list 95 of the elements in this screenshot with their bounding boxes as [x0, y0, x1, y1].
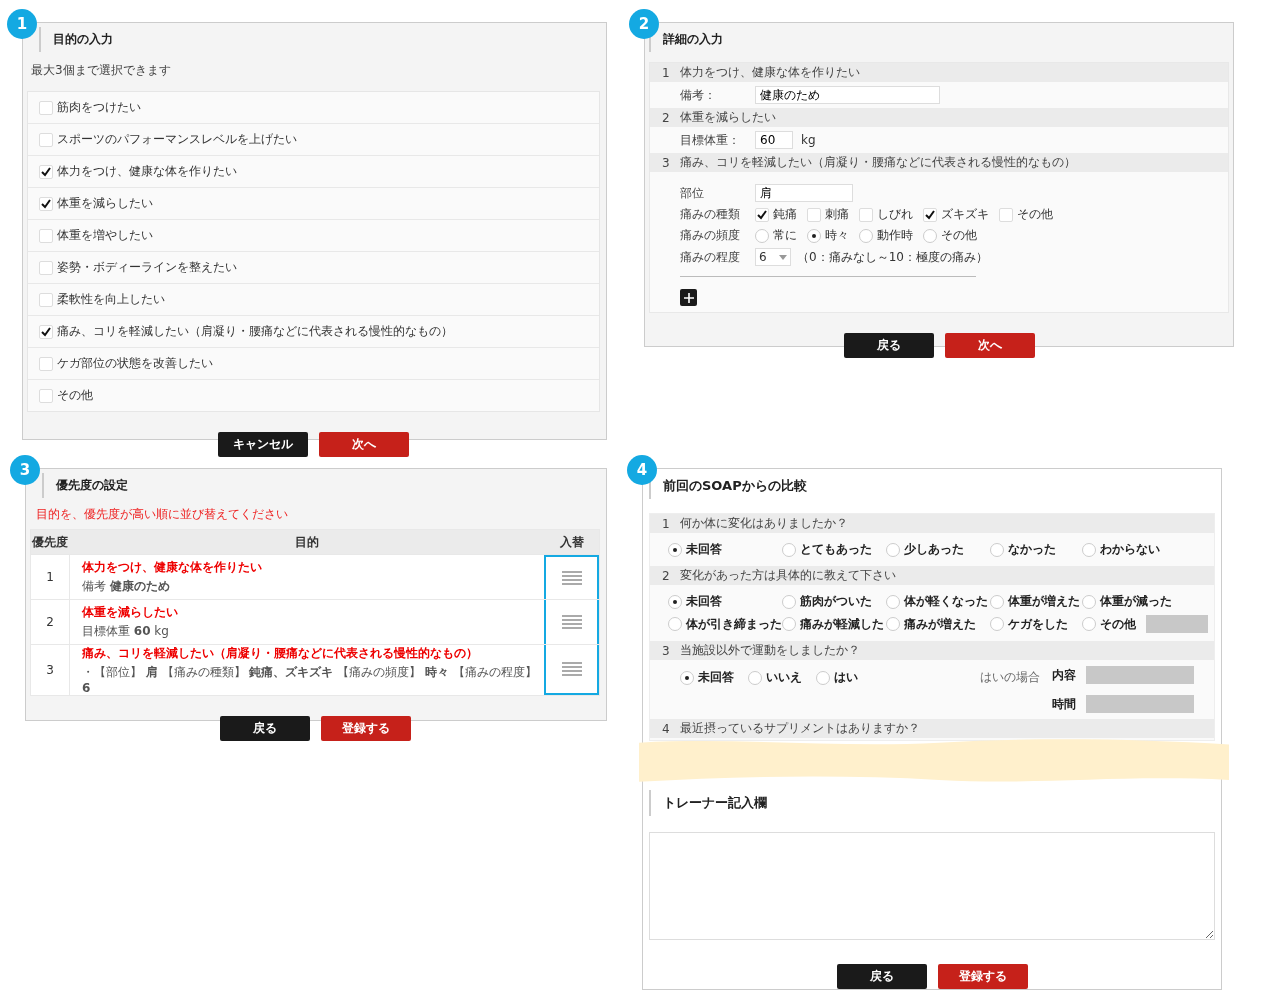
option-label: その他: [1017, 206, 1053, 223]
question-text: 変化があった方は具体的に教えて下さい: [680, 567, 896, 584]
option-label: 常に: [773, 227, 797, 244]
scale-hint: （0：痛みなし～10：極度の痛み）: [797, 248, 988, 266]
step-badge: 4: [627, 455, 657, 485]
text-field[interactable]: 60: [755, 131, 793, 149]
primary-button[interactable]: 次へ: [944, 333, 1035, 358]
option-label: 体重が減った: [1100, 593, 1172, 610]
section-title: トレーナー記入欄: [649, 789, 1215, 816]
option-label: 刺痛: [825, 206, 849, 223]
option-label: 体重が増えた: [1008, 593, 1080, 610]
section-number: 3: [662, 155, 670, 170]
unit-label: kg: [801, 133, 816, 147]
option-label: 柔軟性を向上したい: [57, 291, 165, 308]
step-badge: 2: [629, 9, 659, 39]
option-label: 動作時: [877, 227, 913, 244]
option-label: 筋肉がついた: [800, 593, 872, 610]
option-label: なかった: [1008, 541, 1056, 558]
goal-title: 体重を減らしたい: [82, 604, 179, 621]
text-field[interactable]: 肩: [755, 184, 853, 202]
goal-title: 体力をつけ、健康な体を作りたい: [82, 559, 263, 576]
option-label: 体が引き締まった: [686, 615, 782, 633]
column-header: 目的: [293, 533, 320, 551]
option-label: その他: [1100, 615, 1136, 633]
select-field[interactable]: 6: [755, 248, 791, 266]
option-label: ズキズキ: [941, 206, 989, 223]
option-label: 痛みが増えた: [904, 615, 976, 633]
table-cell: 1: [31, 555, 70, 599]
question-text: 最近摂っているサプリメントはありますか？: [680, 720, 920, 737]
option-label: 姿勢・ボディーラインを整えたい: [57, 259, 237, 276]
option-label: その他: [941, 227, 977, 244]
option-label: 体重を増やしたい: [57, 227, 153, 244]
goal-detail: 目標体重 60 kg: [82, 623, 170, 640]
field-label: 内容: [1052, 666, 1077, 684]
column-header: 入替: [558, 533, 585, 551]
column-header: 優先度: [31, 533, 69, 551]
table-cell: 2: [31, 600, 70, 644]
question-text: 当施設以外で運動をしましたか？: [680, 642, 860, 659]
secondary-button[interactable]: 戻る: [843, 333, 934, 358]
secondary-button[interactable]: 戻る: [219, 716, 310, 741]
question-number: 3: [662, 643, 670, 658]
table-cell: 3: [31, 645, 70, 695]
field-label: 時間: [1052, 695, 1077, 713]
field-label: 目標体重：: [680, 131, 741, 149]
secondary-button[interactable]: キャンセル: [218, 432, 308, 457]
section-title: 痛み、コリを軽減したい（肩凝り・腰痛などに代表される慢性的なもの）: [680, 154, 1076, 171]
step-badge: 1: [7, 9, 37, 39]
option-label: 未回答: [686, 541, 722, 558]
option-label: 体力をつけ、健康な体を作りたい: [57, 163, 237, 180]
option-label: 体が軽くなった: [904, 593, 988, 610]
condition-label: はいの場合: [980, 669, 1041, 686]
section-number: 1: [662, 65, 670, 80]
section-title: 体力をつけ、健康な体を作りたい: [680, 64, 860, 81]
text-field[interactable]: 健康のため: [755, 86, 940, 104]
option-label: ケガをした: [1008, 615, 1068, 633]
option-label: 時々: [825, 227, 849, 244]
goal-detail: 備考 健康のため: [82, 578, 171, 595]
option-label: 筋肉をつけたい: [57, 99, 141, 116]
goal-detail: ・【部位】 肩 【痛みの種類】 鈍痛、ズキズキ 【痛みの頻度】 時々 【痛みの程度】 6: [82, 664, 538, 695]
primary-button[interactable]: 次へ: [319, 432, 409, 457]
option-label: 鈍痛: [773, 206, 797, 223]
question-number: 1: [662, 516, 670, 531]
secondary-button[interactable]: 戻る: [836, 964, 927, 989]
panel-title: 優先度の設定: [42, 473, 600, 498]
option-label: はい: [834, 669, 858, 686]
option-label: ケガ部位の状態を改善したい: [57, 355, 213, 372]
field-label: 痛みの頻度: [680, 227, 741, 244]
hint-text: 最大3個まで選択できます: [30, 62, 172, 79]
question-number: 4: [662, 721, 670, 736]
section-title: 体重を減らしたい: [680, 109, 776, 126]
option-label: 少しあった: [904, 541, 964, 558]
option-label: 未回答: [698, 669, 734, 686]
option-label: スポーツのパフォーマンスレベルを上げたい: [57, 131, 297, 148]
field-label: 備考：: [680, 86, 717, 104]
option-label: いいえ: [766, 669, 802, 686]
option-label: 痛みが軽減した: [800, 615, 884, 633]
option-label: その他: [57, 387, 93, 404]
option-label: 痛み、コリを軽減したい（肩凝り・腰痛などに代表される慢性的なもの）: [57, 323, 453, 340]
field-label: 痛みの程度: [680, 248, 741, 266]
primary-button[interactable]: 登録する: [937, 964, 1028, 989]
option-label: 未回答: [686, 593, 722, 610]
section-number: 2: [662, 110, 670, 125]
option-label: とてもあった: [800, 541, 872, 558]
option-label: しびれ: [877, 206, 913, 223]
goal-title: 痛み、コリを軽減したい（肩凝り・腰痛などに代表される慢性的なもの）: [82, 645, 479, 662]
field-label: 痛みの種類: [680, 206, 741, 223]
option-label: 体重を減らしたい: [57, 195, 153, 212]
question-text: 何か体に変化はありましたか？: [680, 515, 848, 532]
step-badge: 3: [10, 455, 40, 485]
hint-text: 目的を、優先度が高い順に並び替えてください: [35, 506, 289, 523]
option-label: わからない: [1100, 541, 1160, 558]
field-label: 部位: [680, 184, 705, 202]
primary-button[interactable]: 登録する: [320, 716, 411, 741]
panel-title: 目的の入力: [39, 27, 600, 52]
question-number: 2: [662, 568, 670, 583]
